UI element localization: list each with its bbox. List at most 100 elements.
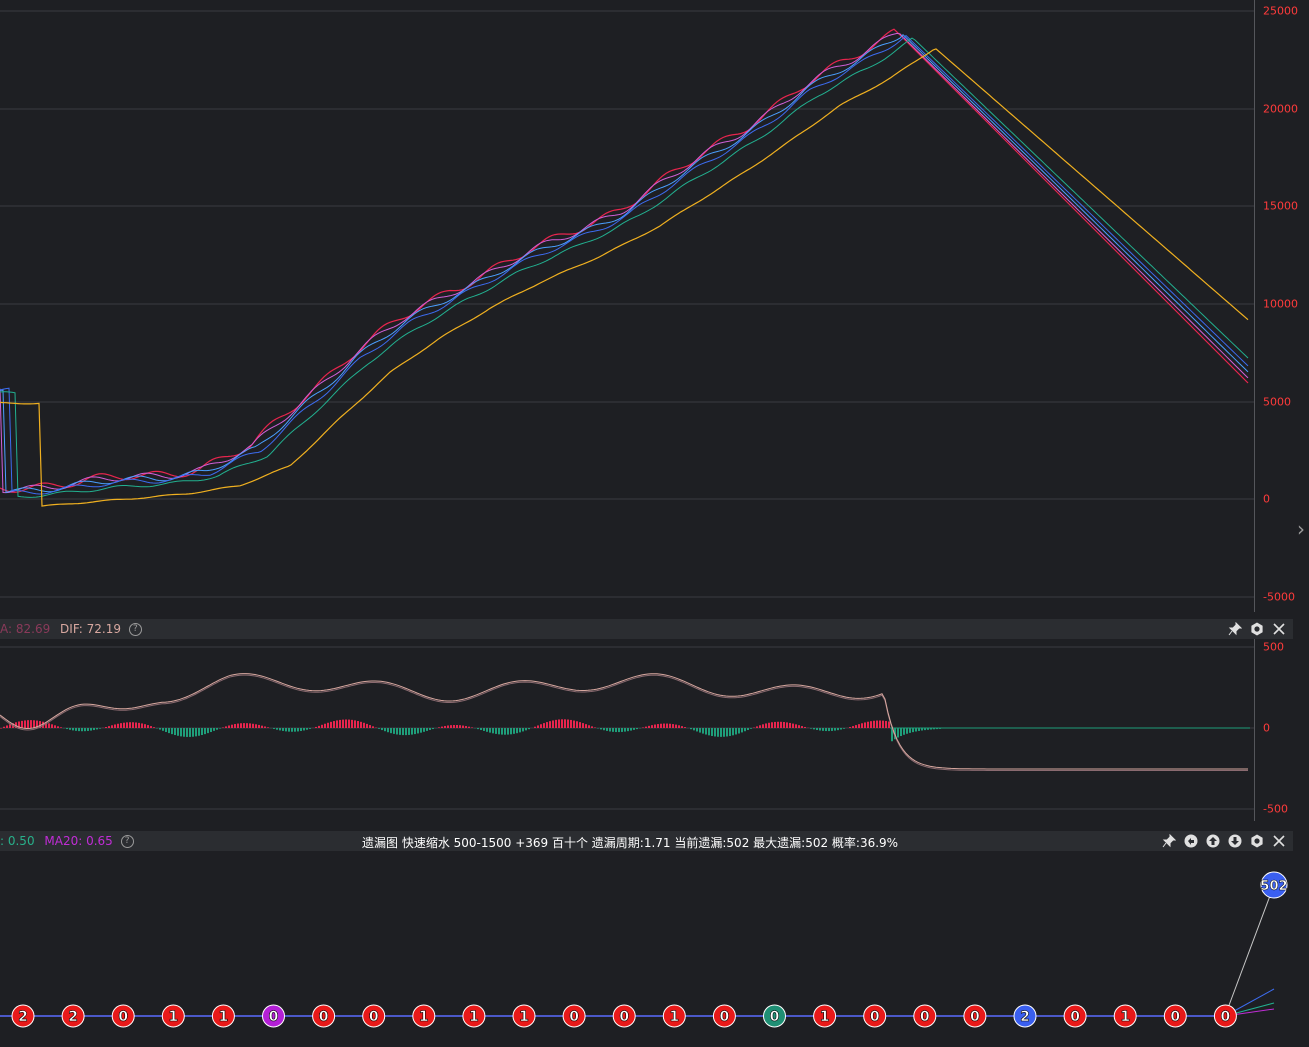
macd-histogram-bar: [819, 728, 821, 731]
leak-bubble-value: 0: [1070, 1009, 1080, 1025]
macd-chart[interactable]: [0, 639, 1255, 821]
macd-histogram-bar: [105, 726, 107, 728]
leak-bubble[interactable]: 1: [161, 1004, 185, 1028]
close-icon[interactable]: [1271, 833, 1287, 849]
price-axis-tick: 15000: [1263, 199, 1298, 213]
macd-histogram-bar: [186, 728, 188, 737]
macd-histogram-bar: [834, 728, 836, 731]
moving-average-line: [0, 32, 1249, 494]
moving-average-line: [0, 37, 1249, 498]
leak-chart[interactable]: 2 2 0 1 1 0 0 0 1 1 1 0 0 1 0 0 1 0 0 0 2 0 1 0 0 502: [0, 851, 1309, 1047]
dea-value: A: 82.69: [0, 622, 51, 636]
price-chart[interactable]: [0, 0, 1255, 612]
price-axis-tick: 10000: [1263, 297, 1298, 311]
macd-histogram-bar: [882, 720, 884, 728]
leak-bubble[interactable]: 0: [362, 1004, 386, 1028]
macd-histogram-bar: [390, 728, 392, 734]
macd-histogram-bar: [438, 727, 440, 728]
leak-bubble[interactable]: 0: [712, 1004, 736, 1028]
macd-histogram-bar: [99, 728, 101, 729]
leak-peak-bubble[interactable]: 502: [1260, 871, 1288, 899]
leak-bubble[interactable]: 1: [662, 1004, 686, 1028]
macd-histogram-bar: [417, 728, 419, 734]
leak-bubble[interactable]: 2: [1013, 1004, 1037, 1028]
macd-histogram-bar: [783, 722, 785, 728]
macd-histogram-bar: [69, 728, 71, 730]
leak-bubble[interactable]: 0: [562, 1004, 586, 1028]
macd-histogram-bar: [567, 719, 569, 728]
macd-histogram-bar: [615, 728, 617, 733]
macd-histogram-bar: [348, 719, 350, 728]
macd-histogram-bar: [762, 724, 764, 728]
macd-histogram-bar: [627, 728, 629, 732]
macd-histogram-bar: [666, 723, 668, 728]
leak-bubble[interactable]: 0: [1213, 1004, 1237, 1028]
leak-bubble[interactable]: 0: [1163, 1004, 1187, 1028]
macd-histogram-bar: [798, 725, 800, 728]
macd-histogram-bar: [54, 725, 56, 728]
macd-histogram-bar: [273, 728, 275, 729]
macd-histogram-bar: [546, 722, 548, 728]
leak-toolbar: [1161, 833, 1287, 849]
macd-histogram-bar: [621, 728, 623, 732]
price-axis-tick: 5000: [1263, 395, 1291, 409]
up-arrow-icon[interactable]: [1205, 833, 1221, 849]
macd-histogram-bar: [291, 728, 293, 732]
leak-bubble-value: 1: [820, 1009, 830, 1025]
macd-histogram-bar: [24, 720, 26, 728]
macd-histogram-bar: [813, 728, 815, 730]
leak-bubble[interactable]: 0: [312, 1004, 336, 1028]
leak-bubble[interactable]: 1: [1113, 1004, 1137, 1028]
down-arrow-icon[interactable]: [1227, 833, 1243, 849]
macd-axis-tick: -500: [1263, 802, 1288, 816]
macd-histogram-bar: [387, 728, 389, 733]
pin-icon[interactable]: [1227, 621, 1243, 637]
macd-histogram-bar: [771, 722, 773, 728]
leak-bubble[interactable]: 2: [11, 1004, 35, 1028]
leak-bubble[interactable]: 1: [813, 1004, 837, 1028]
macd-histogram-bar: [6, 725, 8, 728]
macd-histogram-bar: [513, 728, 515, 734]
macd-histogram-bar: [825, 728, 827, 732]
macd-histogram-bar: [645, 726, 647, 728]
leak-bubble[interactable]: 1: [512, 1004, 536, 1028]
leak-bubble[interactable]: 0: [763, 1004, 786, 1028]
leak-bubble[interactable]: 2: [61, 1004, 85, 1028]
macd-histogram-bar: [495, 728, 497, 734]
leak-bubble[interactable]: 0: [913, 1004, 937, 1028]
macd-histogram-bar: [30, 720, 32, 728]
macd-histogram-bar: [669, 723, 671, 728]
macd-histogram-bar: [777, 721, 779, 728]
leak-bubble[interactable]: 0: [963, 1004, 987, 1028]
macd-histogram-bar: [87, 728, 89, 731]
leak-bubble[interactable]: 0: [262, 1004, 285, 1028]
macd-histogram-bar: [780, 721, 782, 728]
leak-bubble[interactable]: 0: [612, 1004, 636, 1028]
settings-icon[interactable]: [1249, 833, 1265, 849]
macd-histogram-bar: [447, 725, 449, 728]
leak-bubble-value: 0: [1221, 1009, 1231, 1025]
help-icon[interactable]: ?: [120, 835, 134, 848]
macd-histogram-bar: [297, 728, 299, 732]
macd-histogram-bar: [357, 721, 359, 728]
help-icon[interactable]: ?: [128, 623, 142, 636]
leak-bubble[interactable]: 0: [111, 1004, 135, 1028]
macd-histogram-bar: [912, 728, 914, 733]
leak-bubble[interactable]: 1: [211, 1004, 235, 1028]
leak-bubble[interactable]: 0: [863, 1004, 887, 1028]
macd-histogram-bar: [168, 728, 170, 734]
chevron-right-icon[interactable]: ›: [1293, 515, 1309, 543]
leak-bubble[interactable]: 1: [462, 1004, 486, 1028]
undo-icon[interactable]: [1183, 833, 1199, 849]
macd-histogram-bar: [729, 728, 731, 736]
leak-bubble-value: 1: [519, 1009, 529, 1025]
close-icon[interactable]: [1271, 621, 1287, 637]
macd-histogram-bar: [759, 725, 761, 728]
macd-histogram-bar: [795, 724, 797, 728]
pin-icon[interactable]: [1161, 833, 1177, 849]
leak-bubble[interactable]: 1: [412, 1004, 436, 1028]
macd-histogram-bar: [714, 728, 716, 737]
leak-bubble[interactable]: 0: [1063, 1004, 1087, 1028]
settings-icon[interactable]: [1249, 621, 1265, 637]
macd-histogram-bar: [501, 728, 503, 735]
